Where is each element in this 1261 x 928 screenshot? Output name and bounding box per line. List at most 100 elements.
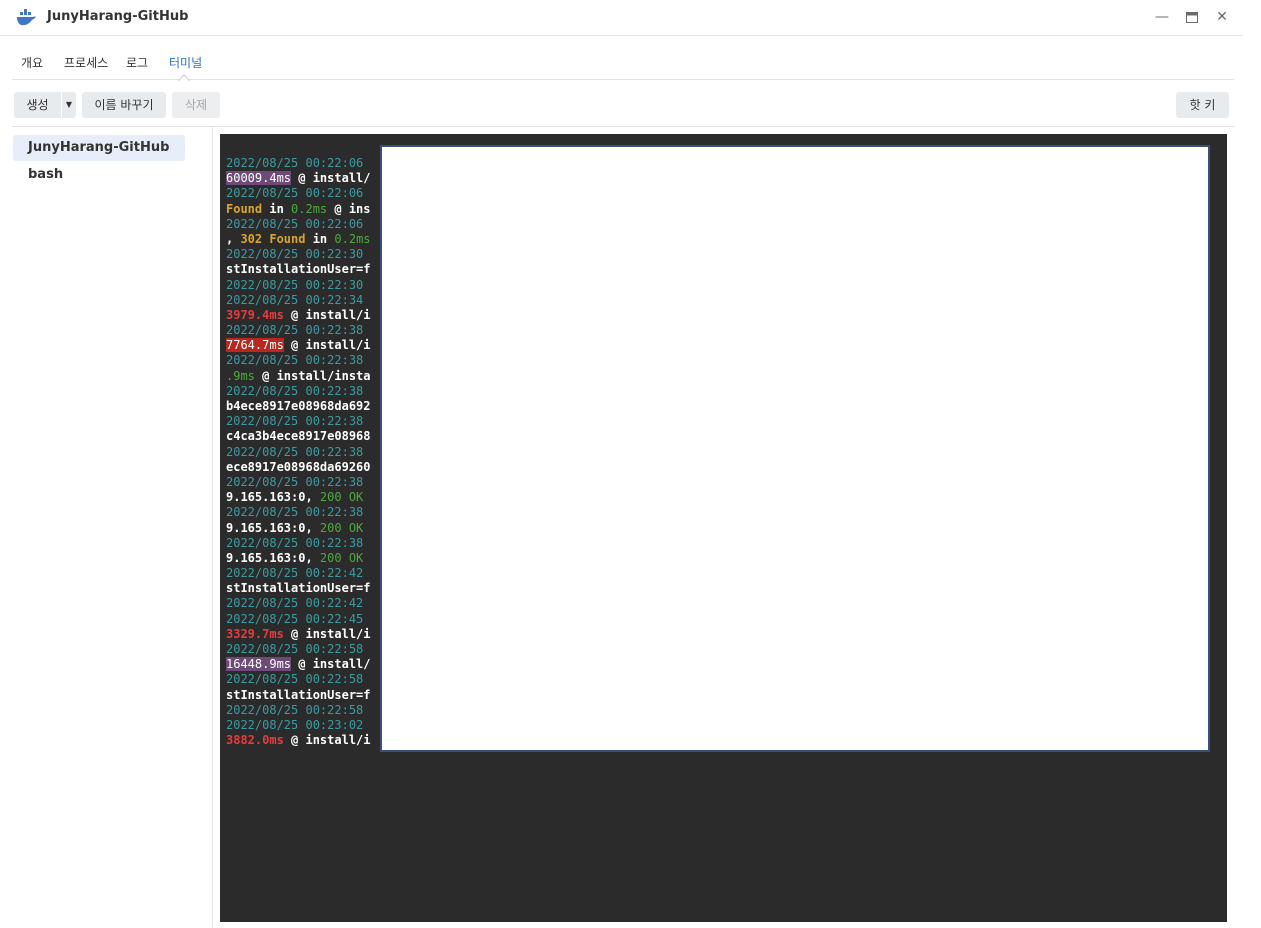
terminal-line: 2022/08/25 00:23:02 (226, 718, 371, 733)
terminal-text: 2022/08/25 00:22:38 (226, 474, 364, 489)
terminal-line: 3979.4ms @ install/i (226, 308, 371, 323)
terminal-text: 7764.7ms (226, 338, 284, 353)
terminal-text: 2022/08/25 00:22:38 (226, 383, 364, 398)
terminal-text: 2022/08/25 00:22:58 (226, 702, 364, 717)
terminal-line: 2022/08/25 00:22:06 (226, 217, 371, 232)
terminal-text: 2022/08/25 00:22:38 (226, 414, 364, 429)
terminal-text: , (226, 231, 241, 246)
docker-whale-icon (17, 9, 36, 26)
terminal-text: 2022/08/25 00:23:02 (226, 717, 364, 732)
terminal-line: 9.165.163:0, 200 OK (226, 490, 371, 505)
terminal-text: 2022/08/25 00:22:58 (226, 642, 364, 656)
rename-button[interactable]: 이름 바꾸기 (82, 92, 166, 118)
terminal-text: b4ece8917e08968da692 (226, 399, 371, 413)
terminal-line: 9.165.163:0, 200 OK (226, 521, 371, 536)
terminal-text: stInstallationUser=f (226, 687, 371, 702)
terminal-line: 3882.0ms @ install/i (226, 733, 371, 748)
terminal-text: in (305, 231, 335, 246)
terminal-line: 2022/08/25 00:22:06 (226, 156, 371, 171)
tab-overview[interactable]: 개요 (21, 54, 43, 71)
terminal-line: stInstallationUser=f (226, 262, 371, 277)
terminal-session-list: JunyHarang-GitHub bash (12, 127, 213, 928)
terminal-text: @ install/ (291, 171, 371, 186)
maximize-icon[interactable] (1183, 8, 1201, 26)
tab-logs[interactable]: 로그 (126, 54, 148, 71)
window-title: JunyHarang-GitHub (47, 9, 189, 24)
terminal-line: 2022/08/25 00:22:38 (226, 353, 371, 368)
terminal-text: @ install/i (283, 733, 371, 748)
minimize-icon[interactable]: — (1153, 8, 1171, 26)
terminal-text: 200 OK (319, 520, 364, 535)
delete-button[interactable]: 삭제 (172, 92, 220, 118)
terminal-line: 2022/08/25 00:22:38 (226, 505, 371, 520)
terminal-line: 2022/08/25 00:22:58 (226, 703, 371, 718)
terminal-text: @ install/i (283, 626, 371, 641)
terminal-text: 3329.7ms (226, 626, 284, 641)
terminal-line: 2022/08/25 00:22:38 (226, 323, 371, 338)
terminal-text: 2022/08/25 00:22:06 (226, 216, 364, 231)
terminal-text: stInstallationUser=f (226, 262, 371, 277)
terminal-text: stInstallationUser=f (226, 581, 371, 596)
terminal-line: 16448.9ms @ install/ (226, 657, 371, 672)
tab-terminal[interactable]: 터미널 (169, 54, 202, 71)
terminal-text: 2022/08/25 00:22:38 (226, 535, 364, 550)
terminal-text: 2022/08/25 00:22:06 (226, 186, 364, 201)
terminal-text: 2022/08/25 00:22:42 (226, 566, 364, 581)
terminal-text: 2022/08/25 00:22:06 (226, 156, 364, 170)
terminal-line: 2022/08/25 00:22:58 (226, 642, 371, 657)
tab-bar: 개요 프로세스 로그 터미널 (12, 36, 1234, 81)
title-bar: JunyHarang-GitHub — ✕ (0, 0, 1242, 36)
terminal-line: 2022/08/25 00:22:30 (226, 278, 371, 293)
terminal-text: @ install/i (283, 338, 371, 353)
create-button[interactable]: 생성 (14, 92, 61, 118)
hotkey-button[interactable]: 핫 키 (1176, 92, 1229, 118)
terminal-text: 2022/08/25 00:22:30 (226, 277, 364, 292)
session-item-junyharang-github[interactable]: JunyHarang-GitHub (13, 135, 185, 161)
terminal-line: 2022/08/25 00:22:34 (226, 293, 371, 308)
terminal-line: ece8917e08968da69260 (226, 460, 371, 475)
terminal-line: stInstallationUser=f (226, 581, 371, 596)
terminal-line: 2022/08/25 00:22:42 (226, 566, 371, 581)
terminal-text: c4ca3b4ece8917e08968 (226, 429, 371, 444)
terminal-text: 3882.0ms (226, 733, 284, 748)
terminal-text: 2022/08/25 00:22:30 (226, 247, 364, 262)
terminal-output[interactable]: 2022/08/25 00:22:06 60009.4ms @ install/2… (220, 134, 1227, 922)
terminal-line: 2022/08/25 00:22:45 (226, 612, 371, 627)
terminal-line: stInstallationUser=f (226, 688, 371, 703)
terminal-text: 2022/08/25 00:22:58 (226, 672, 364, 687)
create-dropdown-button[interactable]: ▼ (62, 92, 76, 118)
toolbar: 생성 ▼ 이름 바꾸기 삭제 핫 키 (12, 80, 1234, 127)
terminal-text: 2022/08/25 00:22:38 (226, 323, 364, 338)
terminal-text: .9ms (226, 368, 255, 383)
terminal-text: 9.165.163:0, (226, 550, 320, 565)
terminal-text: 2022/08/25 00:22:38 (226, 353, 364, 368)
terminal-text: 2022/08/25 00:22:38 (226, 505, 364, 520)
terminal-line: 2022/08/25 00:22:38 (226, 445, 371, 460)
terminal-text: 16448.9ms (226, 657, 292, 672)
terminal-line: 2022/08/25 00:22:38 (226, 414, 371, 429)
terminal-text: 0.2ms (334, 231, 371, 246)
terminal-text: in (262, 201, 292, 216)
session-item-bash[interactable]: bash (13, 162, 185, 188)
terminal-line: .9ms @ install/insta (226, 369, 371, 384)
terminal-line: 2022/08/25 00:22:38 (226, 536, 371, 551)
terminal-text: 9.165.163:0, (226, 490, 320, 505)
terminal-text: 2022/08/25 00:22:38 (226, 444, 364, 459)
terminal-text: 2022/08/25 00:22:42 (226, 596, 364, 611)
terminal-text: 302 Found (240, 231, 306, 246)
terminal-text: @ ins (327, 201, 371, 216)
terminal-line: 7764.7ms @ install/i (226, 338, 371, 353)
terminal-text: ece8917e08968da69260 (226, 459, 371, 474)
terminal-line: 2022/08/25 00:22:42 (226, 596, 371, 611)
tab-processes[interactable]: 프로세스 (64, 54, 108, 71)
terminal-text: 200 OK (319, 490, 364, 505)
terminal-text: 2022/08/25 00:22:34 (226, 292, 364, 307)
terminal-text: 200 OK (319, 550, 364, 565)
blank-overlay-panel (380, 145, 1210, 752)
terminal-text: 0.2ms (291, 201, 328, 216)
terminal-line: 9.165.163:0, 200 OK (226, 551, 371, 566)
terminal-line: 2022/08/25 00:22:58 (226, 672, 371, 687)
terminal-line: 60009.4ms @ install/ (226, 171, 371, 186)
terminal-line: b4ece8917e08968da692 (226, 399, 371, 414)
close-icon[interactable]: ✕ (1213, 8, 1231, 26)
